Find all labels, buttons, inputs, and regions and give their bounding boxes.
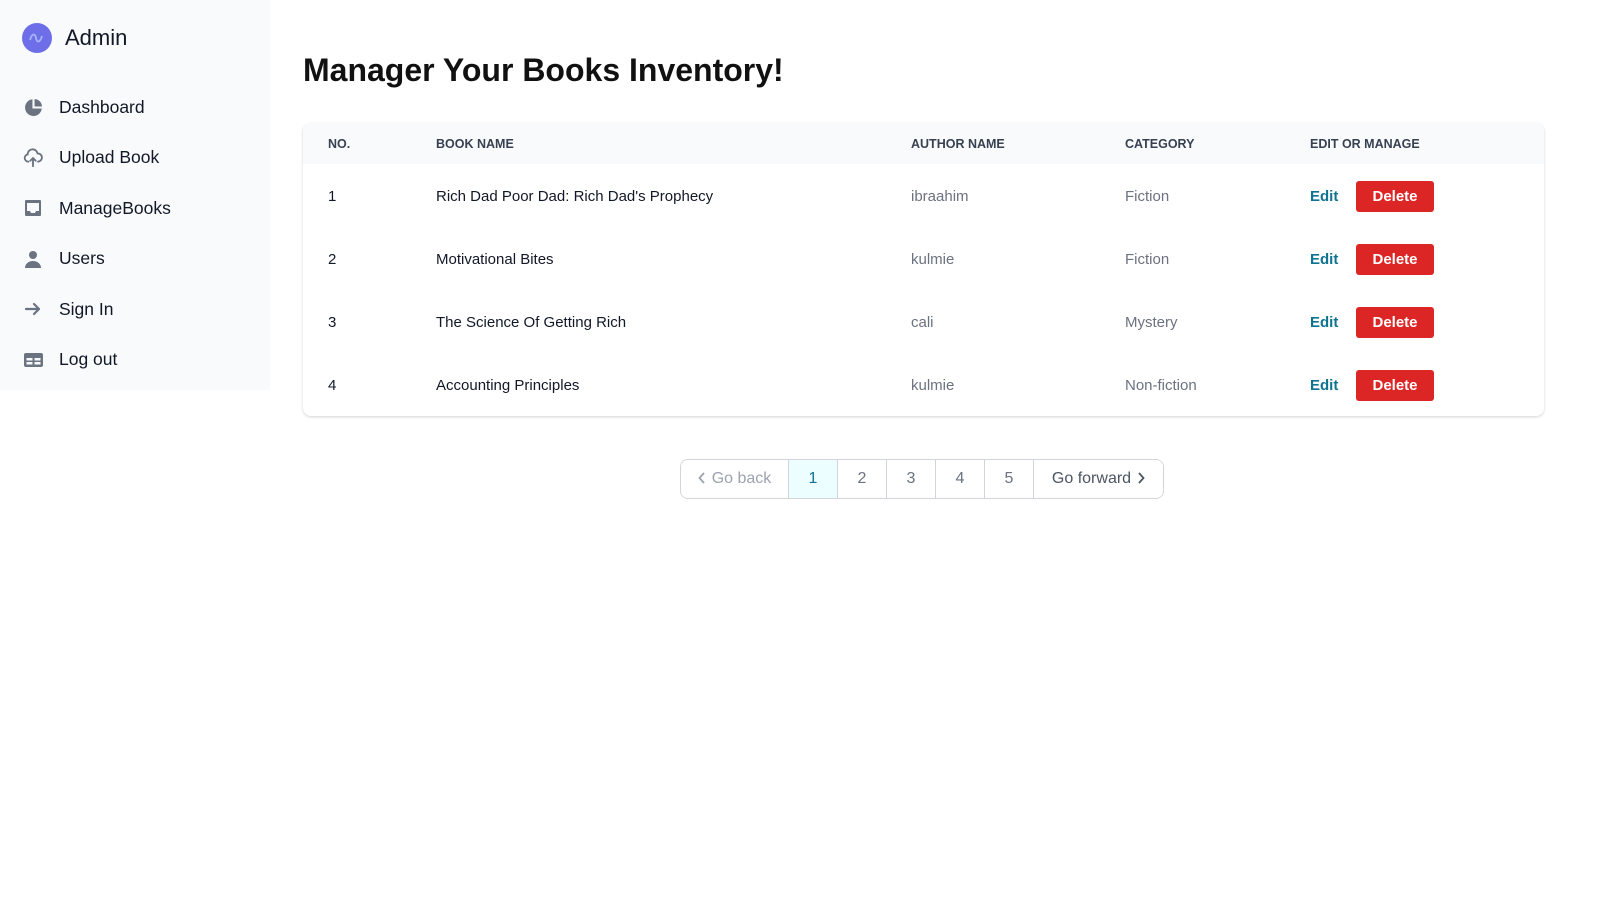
sidebar-item-upload-book[interactable]: Upload Book xyxy=(22,133,171,184)
chevron-right-icon xyxy=(1137,471,1145,487)
user-icon xyxy=(22,248,44,270)
header-no: NO. xyxy=(328,136,351,151)
edit-link[interactable]: Edit xyxy=(1310,314,1338,331)
pagination: Go back 1 2 3 4 5 Go forward xyxy=(680,459,1164,499)
page-title: Manager Your Books Inventory! xyxy=(303,52,784,88)
go-forward-label: Go forward xyxy=(1051,470,1132,487)
sidebar-item-log-out[interactable]: Log out xyxy=(22,335,171,386)
sidebar-item-dashboard[interactable]: Dashboard xyxy=(22,82,171,133)
books-table: NO. BOOK NAME AUTHOR NAME CATEGORY EDIT … xyxy=(303,123,1544,416)
sidebar-item-sign-in[interactable]: Sign In xyxy=(22,284,171,335)
book-name: Motivational Bites xyxy=(436,250,554,268)
table-row: 3 The Science Of Getting Rich cali Myste… xyxy=(303,290,1544,353)
table-row: 2 Motivational Bites kulmie Fiction Edit… xyxy=(303,227,1544,290)
brand-title: Admin xyxy=(65,25,128,50)
sidebar-item-label: Upload Book xyxy=(59,147,160,168)
page-button-4[interactable]: 4 xyxy=(935,460,984,498)
brand[interactable]: Admin xyxy=(22,23,127,53)
sidebar-item-managebooks[interactable]: ManageBooks xyxy=(22,183,171,234)
page-button-5[interactable]: 5 xyxy=(984,460,1033,498)
category: Fiction xyxy=(1125,187,1170,205)
author-name: cali xyxy=(911,313,934,331)
sidebar-item-label: Users xyxy=(59,248,105,269)
row-number: 1 xyxy=(328,187,337,205)
go-back-button[interactable]: Go back xyxy=(681,460,788,498)
category: Fiction xyxy=(1125,250,1170,268)
edit-link[interactable]: Edit xyxy=(1310,251,1338,268)
book-name: Rich Dad Poor Dad: Rich Dad's Prophecy xyxy=(436,187,714,205)
header-edit-or-manage: EDIT OR MANAGE xyxy=(1310,136,1420,151)
row-number: 4 xyxy=(328,376,337,394)
go-forward-button[interactable]: Go forward xyxy=(1033,460,1163,498)
brand-logo-icon xyxy=(22,23,52,53)
row-number: 3 xyxy=(328,313,337,331)
sidebar-item-users[interactable]: Users xyxy=(22,234,171,285)
row-number: 2 xyxy=(328,250,337,268)
table-row: 1 Rich Dad Poor Dad: Rich Dad's Prophecy… xyxy=(303,164,1544,227)
book-name: Accounting Principles xyxy=(436,376,580,394)
delete-button[interactable]: Delete xyxy=(1356,243,1434,275)
author-name: kulmie xyxy=(911,250,955,268)
author-name: kulmie xyxy=(911,376,955,394)
delete-button[interactable]: Delete xyxy=(1356,180,1434,212)
inbox-icon xyxy=(22,197,44,219)
header-category: CATEGORY xyxy=(1125,136,1195,151)
sidebar-nav: Dashboard Upload Book ManageBooks Users … xyxy=(22,82,171,385)
table-row: 4 Accounting Principles kulmie Non-ficti… xyxy=(303,353,1544,416)
page-button-1[interactable]: 1 xyxy=(788,460,837,498)
category: Mystery xyxy=(1125,313,1178,331)
sidebar-item-label: Log out xyxy=(59,349,118,370)
chevron-left-icon xyxy=(697,471,706,487)
table-icon xyxy=(22,349,44,371)
delete-button[interactable]: Delete xyxy=(1356,306,1434,338)
sidebar: Admin Dashboard Upload Book ManageBooks … xyxy=(0,0,270,390)
go-back-label: Go back xyxy=(711,470,772,487)
author-name: ibraahim xyxy=(911,187,969,205)
edit-link[interactable]: Edit xyxy=(1310,188,1338,205)
edit-link[interactable]: Edit xyxy=(1310,377,1338,394)
arrow-right-icon xyxy=(22,298,44,320)
table-header: NO. BOOK NAME AUTHOR NAME CATEGORY EDIT … xyxy=(303,123,1544,164)
sidebar-item-label: ManageBooks xyxy=(59,197,171,218)
book-name: The Science Of Getting Rich xyxy=(436,313,627,331)
cloud-upload-icon xyxy=(22,147,44,169)
header-author-name: AUTHOR NAME xyxy=(911,136,1005,151)
sidebar-item-label: Sign In xyxy=(59,298,114,319)
page-button-3[interactable]: 3 xyxy=(886,460,935,498)
category: Non-fiction xyxy=(1125,376,1197,394)
header-book-name: BOOK NAME xyxy=(436,136,514,151)
sidebar-item-label: Dashboard xyxy=(59,96,145,117)
pie-chart-icon xyxy=(22,96,44,118)
page-button-2[interactable]: 2 xyxy=(837,460,886,498)
delete-button[interactable]: Delete xyxy=(1356,369,1434,401)
